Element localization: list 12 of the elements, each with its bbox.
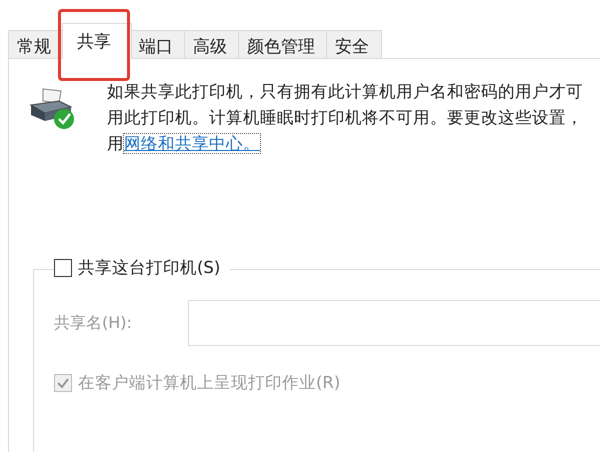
network-sharing-center-link[interactable]: 网络和共享中心。: [124, 134, 260, 153]
tab[interactable]: 高级: [184, 30, 240, 58]
sharing-description: 如果共享此打印机，只有拥有此计算机用户名和密码的用户才可 用此打印机。计算机睡眠时打印机将不可用。要更改这些设置， 用 网络和共享中心。: [107, 81, 583, 155]
tab[interactable]: 共享: [62, 23, 132, 59]
printer-icon: [29, 87, 77, 131]
share-name-label: 共享名(H):: [54, 312, 133, 334]
share-printer-checkbox[interactable]: 共享这台打印机(S): [54, 257, 230, 279]
tab[interactable]: 端口: [130, 30, 186, 58]
tab[interactable]: 安全: [326, 30, 382, 58]
check-icon: [56, 376, 70, 390]
tab[interactable]: 常规: [8, 30, 64, 58]
tab[interactable]: 颜色管理: [238, 30, 328, 58]
